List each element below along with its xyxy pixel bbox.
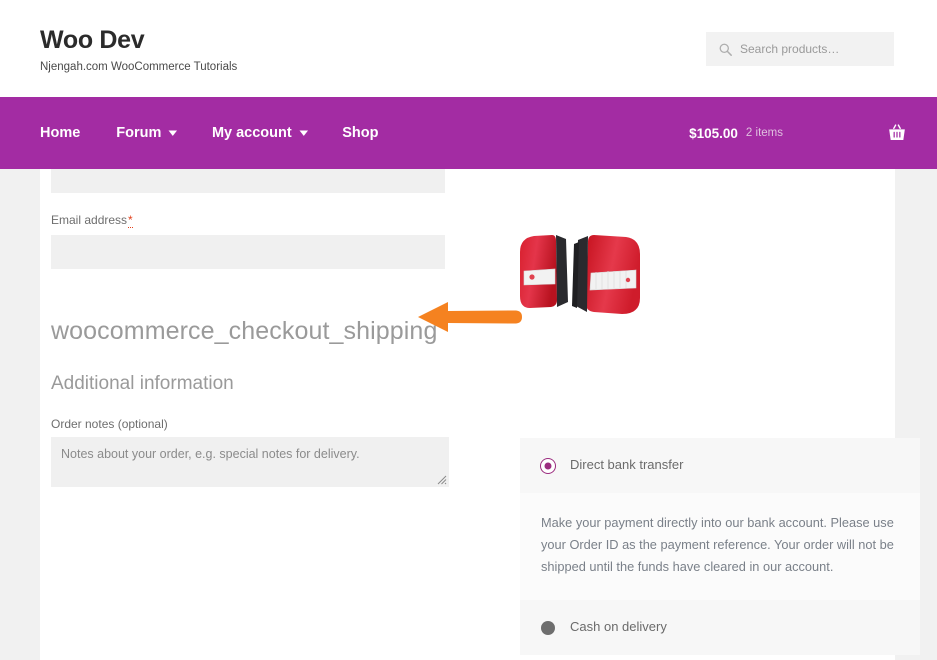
order-notes-placeholder: Notes about your order, e.g. special not… <box>61 447 360 462</box>
payment-methods-list: Direct bank transfer Make your payment d… <box>520 438 920 655</box>
order-notes-textarea[interactable]: Notes about your order, e.g. special not… <box>51 437 449 488</box>
payment-method-bacs-description: Make your payment directly into our bank… <box>520 493 920 600</box>
search-input[interactable] <box>740 42 890 56</box>
payment-method-label: Cash on delivery <box>570 619 667 635</box>
nav-item-label: My account <box>211 125 292 141</box>
radio-unselected-icon[interactable] <box>541 620 555 635</box>
search-icon <box>719 43 732 56</box>
chevron-down-icon[interactable]: ▾ <box>169 128 176 137</box>
nav-links: Home Forum ▾ My account ▾ Shop <box>40 97 378 169</box>
email-label-text: Email address <box>51 213 128 227</box>
order-notes-label: Order notes (optional) <box>51 417 168 432</box>
checkout-billing-column: Email address* woocommerce_checkout_ship… <box>51 169 456 488</box>
checkout-content-panel: Email address* woocommerce_checkout_ship… <box>40 169 920 660</box>
site-header: Woo Dev Njengah.com WooCommerce Tutorial… <box>0 0 937 97</box>
payment-method-bacs[interactable]: Direct bank transfer <box>520 438 920 493</box>
site-title: Woo Dev <box>40 26 145 54</box>
nav-item-label: Shop <box>342 125 379 141</box>
cart-item-count: 2 items <box>745 127 783 139</box>
cart-total-amount: $105.00 <box>689 125 738 141</box>
nav-item-forum[interactable]: Forum ▾ <box>116 125 177 141</box>
payment-method-label: Direct bank transfer <box>570 457 684 473</box>
email-field-label: Email address* <box>51 213 456 229</box>
email-field[interactable] <box>51 234 445 269</box>
nav-item-my-account[interactable]: My account ▾ <box>211 125 307 141</box>
required-asterisk: * <box>128 213 133 228</box>
product-thumbnail-image <box>520 235 640 314</box>
site-branding[interactable]: Woo Dev Njengah.com WooCommerce Tutorial… <box>40 26 238 74</box>
product-search-box[interactable] <box>706 32 894 66</box>
nav-item-label: Forum <box>116 125 162 141</box>
email-field-row: Email address* <box>51 213 456 269</box>
nav-item-label: Home <box>40 125 81 141</box>
chevron-down-icon[interactable]: ▾ <box>300 128 307 137</box>
resize-handle-icon[interactable] <box>437 475 447 485</box>
additional-information-heading: Additional information <box>51 372 234 394</box>
nav-item-home[interactable]: Home <box>40 125 80 141</box>
radio-selected-icon[interactable] <box>541 458 555 473</box>
billing-field-truncated[interactable] <box>51 169 445 193</box>
page-root: Woo Dev Njengah.com WooCommerce Tutorial… <box>0 0 937 660</box>
site-tagline: Njengah.com WooCommerce Tutorials <box>40 60 238 73</box>
cart-summary[interactable]: $105.00 2 items <box>689 97 907 169</box>
hook-name-heading: woocommerce_checkout_shipping <box>51 316 438 345</box>
nav-item-shop[interactable]: Shop <box>342 125 378 141</box>
payment-method-cod[interactable]: Cash on delivery <box>520 600 920 655</box>
primary-navigation-bar: Home Forum ▾ My account ▾ Shop $105.00 2… <box>0 97 937 169</box>
shopping-basket-icon[interactable] <box>887 123 907 143</box>
